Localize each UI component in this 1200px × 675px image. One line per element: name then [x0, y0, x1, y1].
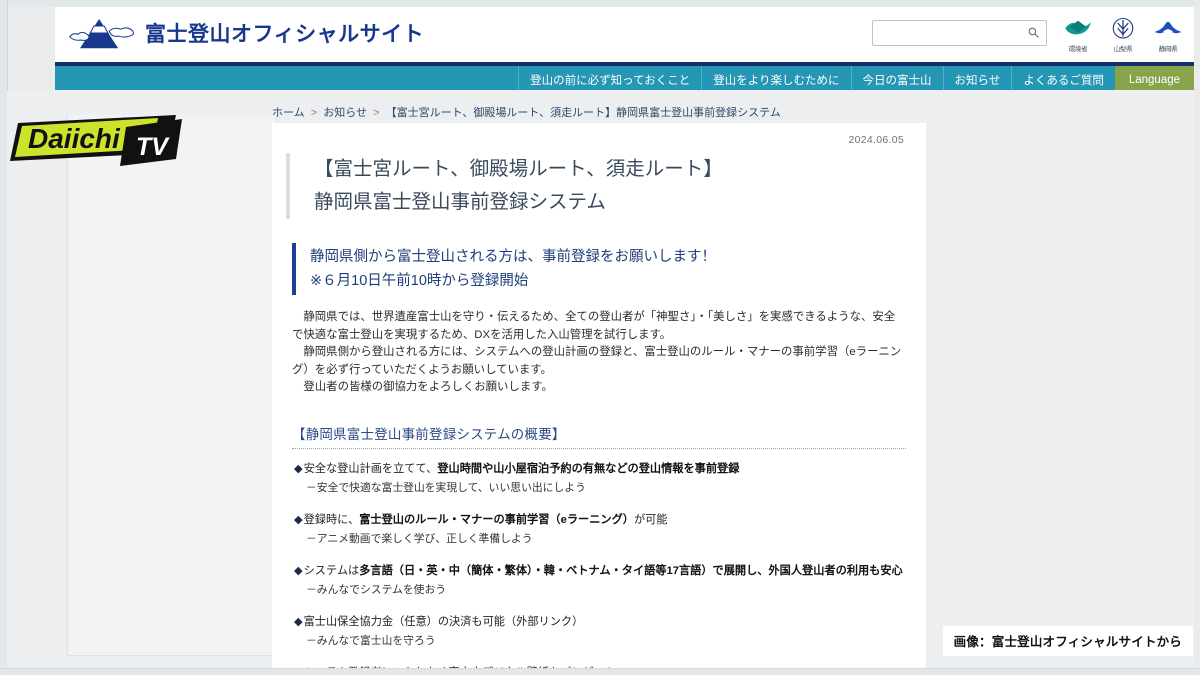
article-body: 静岡県では、世界遺産富士山を守り・伝えるため、全ての登山者が「神聖さ」・「美しさ… — [292, 309, 906, 397]
daiichi-tv-logo-icon: Daiichi TV — [10, 115, 182, 166]
diamond-bullet-icon: ◆ — [294, 667, 303, 669]
tv-wordmark: TV — [136, 133, 170, 161]
ministry-of-environment-logo — [1065, 20, 1091, 35]
breadcrumb-current: 【富士宮ルート、御殿場ルート、須走ルート】静岡県富士登山事前登録システム — [385, 107, 781, 119]
agency-label: 静岡県 — [1158, 46, 1178, 53]
agency-label: 環境省 — [1068, 46, 1088, 53]
agency-logo-environment-ministry[interactable]: 環境省 — [1060, 16, 1096, 53]
page-title: 【富士宮ルート、御殿場ルート、須走ルート】 静岡県富士登山事前登録システム — [286, 153, 926, 219]
frame-bottom-strip — [0, 668, 1200, 675]
list-item: ◆システムは多言語（日・英・中（簡体・繁体）・韓・ベトナム・タイ語等17言語）で… — [294, 563, 906, 598]
frame-right-strip — [1194, 0, 1200, 675]
list-item-lead: 安全な登山計画を立てて、 — [303, 462, 438, 475]
agency-logo-yamanashi[interactable]: 山梨県 — [1105, 16, 1141, 53]
section-heading-text: 【静岡県富士登山事前登録システムの概要】 — [292, 426, 566, 442]
search-input[interactable] — [872, 20, 1047, 46]
shizuoka-prefecture-logo — [1154, 21, 1182, 34]
header-utilities: 環境省 山梨県 静岡県 — [872, 17, 1186, 53]
breadcrumb-separator: > — [310, 107, 318, 119]
screen: 富士登山オフィシャルサイト 環境省 山梨県 静岡県 登山の前に必ず知っておくこと… — [0, 0, 1200, 675]
mount-fuji-icon — [69, 19, 135, 49]
search-icon[interactable] — [1027, 26, 1040, 39]
breadcrumb-section[interactable]: お知らせ — [323, 107, 367, 119]
site-title: 富士登山オフィシャルサイト — [145, 23, 425, 46]
list-item-sub: －アニメ動画で楽しく学び、正しく準備しよう — [306, 532, 533, 545]
image-credit-caption: 画像：富士登山オフィシャルサイトから — [942, 626, 1193, 656]
diamond-bullet-icon: ◆ — [294, 564, 303, 577]
page-title-line2: 静岡県富士登山事前登録システム — [314, 191, 606, 213]
content-band: ホーム > お知らせ > 【富士宮ルート、御殿場ルート、須走ルート】静岡県富士登… — [7, 90, 1194, 668]
breadcrumb-separator: > — [373, 107, 380, 119]
article-paragraph: 静岡県では、世界遺産富士山を守り・伝えるため、全ての登山者が「神聖さ」・「美しさ… — [292, 311, 896, 341]
site-brand[interactable]: 富士登山オフィシャルサイト — [66, 14, 424, 52]
frame-top-strip — [0, 0, 1200, 7]
list-item-emphasis: 多言語（日・英・中（簡体・繁体）・韓・ベトナム・タイ語等17言語）で展開し、外国… — [359, 564, 903, 577]
list-item-sub: －みんなで富士山を守ろう — [306, 634, 436, 647]
list-item: ◆安全な登山計画を立てて、登山時間や山小屋宿泊予約の有無などの登山情報を事前登録… — [294, 461, 906, 496]
search-box[interactable] — [872, 20, 1047, 46]
list-item: ◆システム登録者に、もれなく富士山デジタル壁紙をプレゼント －素敵な壁紙をゲット… — [294, 665, 906, 669]
page-title-line1: 【富士宮ルート、御殿場ルート、須走ルート】 — [314, 158, 723, 180]
article-paragraph: 登山者の皆様の御協力をよろしくお願いします。 — [303, 381, 553, 393]
diamond-bullet-icon: ◆ — [294, 462, 303, 475]
diamond-bullet-icon: ◆ — [294, 513, 303, 526]
article-card: 2024.06.05 【富士宮ルート、御殿場ルート、須走ルート】 静岡県富士登山… — [272, 123, 926, 668]
list-item-sub: －みんなでシステムを使おう — [306, 583, 447, 596]
sidebar-panel — [67, 115, 277, 656]
list-item-lead: システム登録者に、もれなく富士山デジタル壁紙をプレゼント — [304, 667, 616, 669]
section-heading-rule — [292, 447, 906, 449]
broadcaster-logo: Daiichi TV — [8, 113, 186, 167]
article-paragraph: 静岡県側から登山される方には、システムへの登山計画の登録と、富士登山のルール・マ… — [292, 346, 902, 376]
daiichi-wordmark: Daiichi — [28, 123, 121, 154]
highlight-line1: 静岡県側から富士登山される方は、事前登録をお願いします！ — [310, 249, 716, 265]
list-item: ◆登録時に、富士登山のルール・マナーの事前学習（eラーニング）が可能 －アニメ動… — [294, 512, 906, 547]
diamond-bullet-icon: ◆ — [294, 615, 303, 628]
list-item-tail: が可能 — [633, 513, 668, 526]
list-item: ◆富士山保全協力金（任意）の決済も可能（外部リンク） －みんなで富士山を守ろう — [294, 614, 906, 649]
list-item-lead: 富士山保全協力金（任意）の決済も可能（外部リンク） — [303, 615, 584, 628]
list-item-lead: システムは — [303, 564, 360, 577]
site-header-top: 富士登山オフィシャルサイト 環境省 山梨県 静岡県 — [55, 7, 1194, 62]
list-item-lead: 登録時に、 — [303, 513, 360, 526]
agency-logo-group: 環境省 山梨県 静岡県 — [1060, 16, 1186, 53]
breadcrumb: ホーム > お知らせ > 【富士宮ルート、御殿場ルート、須走ルート】静岡県富士登… — [272, 104, 781, 120]
list-item-emphasis: 登山時間や山小屋宿泊予約の有無などの登山情報を事前登録 — [437, 462, 740, 475]
feature-list: ◆安全な登山計画を立てて、登山時間や山小屋宿泊予約の有無などの登山情報を事前登録… — [294, 461, 906, 669]
agency-label: 山梨県 — [1113, 46, 1133, 53]
yamanashi-prefecture-logo — [1112, 17, 1134, 39]
highlight-notice: 静岡県側から富士登山される方は、事前登録をお願いします！ ※６月10日午前10時… — [292, 243, 926, 295]
list-item-emphasis: 富士登山のルール・マナーの事前学習（eラーニング） — [359, 513, 634, 526]
site-header: 富士登山オフィシャルサイト 環境省 山梨県 静岡県 登山の前に必ず知っておくこと… — [55, 7, 1194, 94]
section-heading: 【静岡県富士登山事前登録システムの概要】 — [292, 423, 906, 449]
article-date: 2024.06.05 — [848, 134, 904, 146]
list-item-sub: －安全で快適な富士登山を実現して、いい思い出にしよう — [306, 481, 586, 494]
highlight-line2: ※６月10日午前10時から登録開始 — [310, 273, 529, 289]
agency-logo-shizuoka[interactable]: 静岡県 — [1150, 16, 1186, 53]
